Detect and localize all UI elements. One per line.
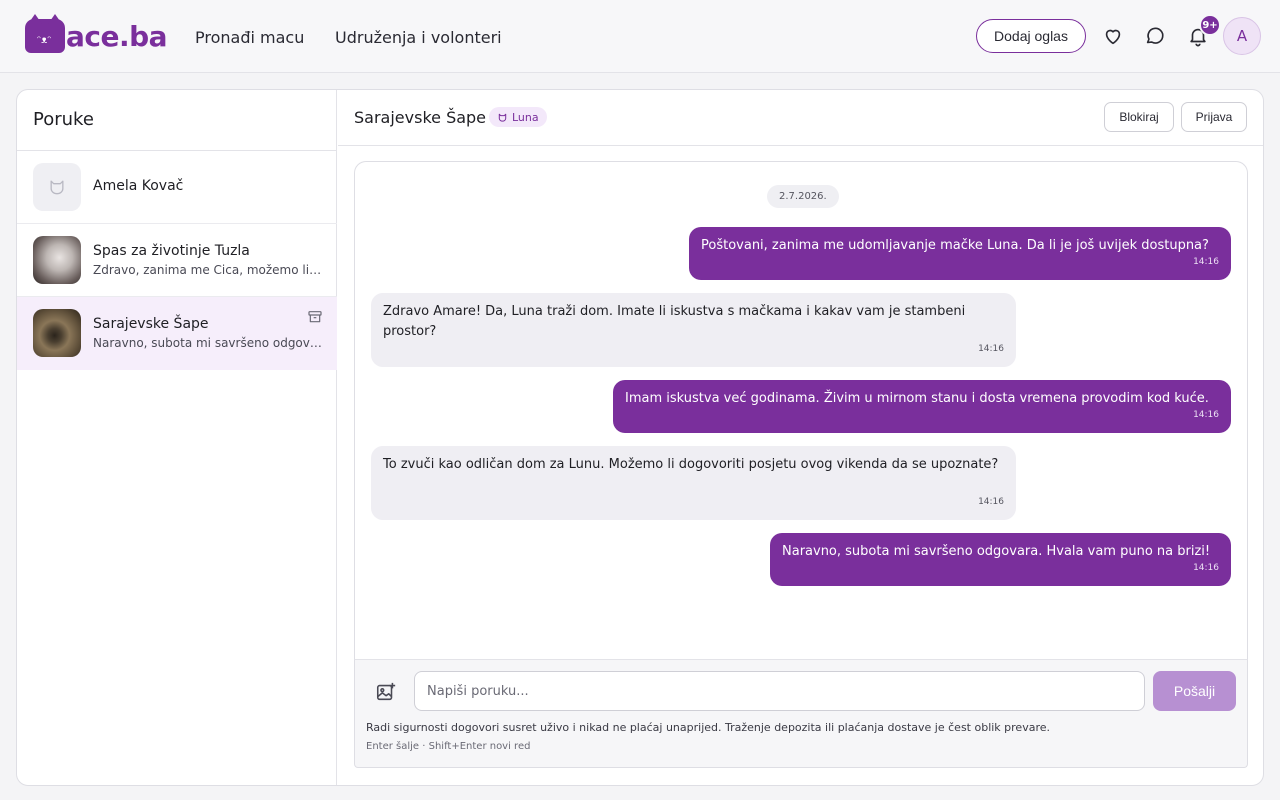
- chat-pane: Sarajevske Šape Luna Blokiraj Prijava 2.…: [338, 90, 1263, 785]
- message-time: 14:16: [1193, 410, 1219, 420]
- message-time: 14:16: [978, 344, 1004, 354]
- conversation-item[interactable]: Amela Kovač: [17, 151, 337, 224]
- conversation-name: Sarajevske Šape: [93, 316, 209, 332]
- message-outgoing: Imam iskustva već godinama. Živim u mirn…: [613, 380, 1231, 433]
- message-time: 14:16: [1193, 563, 1219, 573]
- brand-logo-text: ace.ba: [66, 19, 168, 53]
- cat-placeholder-icon: [33, 163, 81, 211]
- pet-tag-label: Luna: [512, 110, 539, 124]
- report-button[interactable]: Prijava: [1181, 102, 1247, 132]
- divider: [338, 145, 1263, 146]
- nav-link-find-cat[interactable]: Pronađi macu: [195, 28, 304, 47]
- message-text: Naravno, subota mi savršeno odgovara. Hv…: [782, 544, 1211, 559]
- keyboard-hint: Enter šalje · Shift+Enter novi red: [366, 741, 531, 752]
- conversation-name: Spas za životinje Tuzla: [93, 243, 250, 259]
- conversation-avatar: [33, 236, 81, 284]
- chat-title: Sarajevske Šape: [354, 108, 487, 127]
- heart-icon[interactable]: [1102, 25, 1124, 47]
- message-list[interactable]: 2.7.2026. Poštovani, zanima me udomljava…: [354, 161, 1248, 659]
- conversation-preview: Naravno, subota mi savršeno odgovar...: [93, 336, 323, 350]
- user-avatar[interactable]: A: [1223, 17, 1261, 55]
- chat-bubble-icon[interactable]: [1144, 25, 1166, 47]
- top-navbar: ᵔᴥᵔ ace.ba Pronađi macu Udruženja i volo…: [0, 0, 1280, 73]
- message-text: Zdravo Amare! Da, Luna traži dom. Imate …: [383, 304, 966, 339]
- message-time: 14:16: [978, 497, 1004, 507]
- conversation-item-active[interactable]: Sarajevske Šape Naravno, subota mi savrš…: [17, 297, 337, 370]
- add-image-icon[interactable]: [375, 681, 397, 703]
- conversation-sidebar: Poruke Amela Kovač Spas za životinje Tuz…: [17, 90, 337, 785]
- pet-tag[interactable]: Luna: [489, 107, 547, 127]
- message-outgoing: Poštovani, zanima me udomljavanje mačke …: [689, 227, 1231, 280]
- cat-icon: [498, 113, 507, 122]
- message-outgoing: Naravno, subota mi savršeno odgovara. Hv…: [770, 533, 1231, 586]
- cat-logo-icon: ᵔᴥᵔ: [25, 14, 65, 53]
- message-incoming: Zdravo Amare! Da, Luna traži dom. Imate …: [371, 293, 1016, 367]
- conversation-avatar: [33, 309, 81, 357]
- archive-icon[interactable]: [307, 309, 323, 325]
- date-separator: 2.7.2026.: [767, 185, 839, 208]
- brand-logo[interactable]: ᵔᴥᵔ ace.ba: [25, 14, 168, 54]
- message-time: 14:16: [1193, 257, 1219, 267]
- nav-link-associations[interactable]: Udruženja i volonteri: [335, 28, 502, 47]
- message-text: Poštovani, zanima me udomljavanje mačke …: [701, 238, 1209, 253]
- notification-badge: 9+: [1199, 14, 1221, 36]
- message-composer: Pošalji Radi sigurnosti dogovori susret …: [354, 659, 1248, 768]
- conversation-name: Amela Kovač: [93, 178, 184, 194]
- message-input[interactable]: [414, 671, 1145, 711]
- message-text: Imam iskustva već godinama. Živim u mirn…: [625, 391, 1209, 406]
- add-listing-button[interactable]: Dodaj oglas: [976, 19, 1086, 53]
- message-text: To zvuči kao odličan dom za Lunu. Možemo…: [383, 457, 999, 472]
- conversation-preview: Zdravo, zanima me Cica, možemo li p...: [93, 263, 323, 277]
- send-button[interactable]: Pošalji: [1153, 671, 1236, 711]
- messages-card: Poruke Amela Kovač Spas za životinje Tuz…: [16, 89, 1264, 786]
- sidebar-title: Poruke: [33, 109, 94, 130]
- message-incoming: To zvuči kao odličan dom za Lunu. Možemo…: [371, 446, 1016, 520]
- conversation-item[interactable]: Spas za životinje Tuzla Zdravo, zanima m…: [17, 224, 337, 297]
- block-button[interactable]: Blokiraj: [1104, 102, 1174, 132]
- safety-notice: Radi sigurnosti dogovori susret uživo i …: [366, 721, 1050, 734]
